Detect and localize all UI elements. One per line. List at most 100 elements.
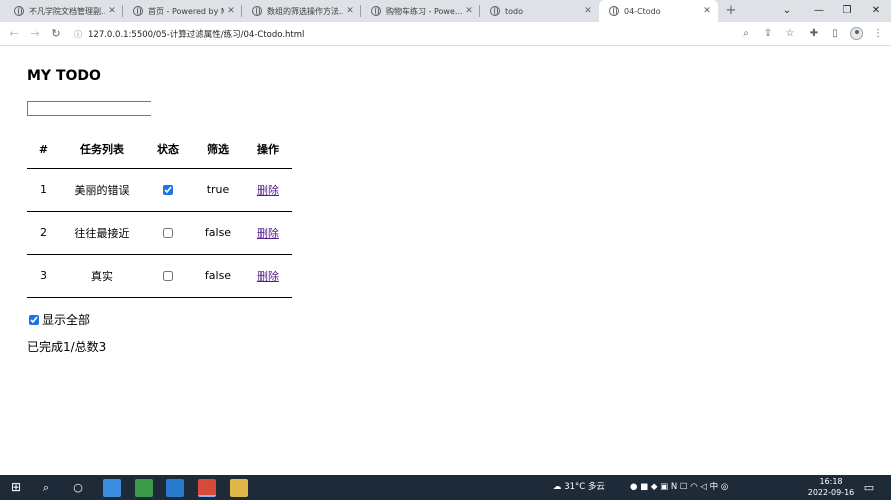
app-green-icon[interactable] bbox=[135, 479, 153, 497]
tray-app-icon[interactable]: ● bbox=[630, 482, 637, 492]
globe-icon bbox=[14, 6, 24, 16]
reload-icon[interactable]: ↻ bbox=[48, 26, 64, 42]
clock-time: 16:18 bbox=[819, 477, 843, 486]
url-text: 127.0.0.1:5500/05-计算过滤属性/练习/04-Ctodo.htm… bbox=[88, 30, 305, 40]
windows-start-icon[interactable]: ⊞ bbox=[8, 475, 24, 500]
new-tab-button[interactable]: + bbox=[722, 0, 740, 22]
minimize-icon[interactable]: — bbox=[805, 0, 833, 22]
antivirus-icon[interactable]: ◎ bbox=[721, 482, 728, 492]
globe-icon bbox=[490, 6, 500, 16]
status-checkbox[interactable] bbox=[163, 271, 173, 281]
todo-table: # 任务列表 状态 筛选 操作 1 美丽的错误 true 删除 2 往往最接近 bbox=[27, 131, 292, 298]
notification-icon[interactable]: ▭ bbox=[862, 475, 876, 500]
globe-icon bbox=[371, 6, 381, 16]
tab-search-icon[interactable]: ⌄ bbox=[773, 0, 801, 22]
tab-doc-management[interactable]: 不凡学院文档管理副… ✕ bbox=[4, 0, 123, 22]
bookmark-star-icon[interactable]: ☆ bbox=[782, 26, 798, 42]
row-index: 3 bbox=[27, 254, 60, 298]
delete-link[interactable]: 删除 bbox=[257, 270, 279, 283]
tray-app-icon[interactable]: ◆ bbox=[651, 482, 658, 492]
search-icon[interactable]: ⌕ bbox=[38, 475, 54, 500]
row-status-cell bbox=[144, 254, 192, 298]
row-filter-value: false bbox=[192, 211, 244, 255]
tab-title: 首页 - Powered by M… bbox=[148, 6, 224, 16]
close-icon[interactable]: ✕ bbox=[700, 6, 714, 16]
delete-link[interactable]: 删除 bbox=[257, 184, 279, 197]
row-status-cell bbox=[144, 168, 192, 212]
share-icon[interactable]: ⇪ bbox=[760, 26, 776, 42]
restore-icon[interactable]: ❐ bbox=[833, 0, 861, 22]
status-checkbox[interactable] bbox=[163, 185, 173, 195]
profile-avatar[interactable] bbox=[850, 27, 863, 40]
side-panel-icon[interactable]: ▯ bbox=[827, 26, 843, 42]
show-all-label: 显示全部 bbox=[42, 313, 91, 327]
tab-todo[interactable]: todo ✕ bbox=[480, 0, 599, 22]
tab-ctodo-active[interactable]: 04-Ctodo ✕ bbox=[599, 0, 718, 22]
header-index: # bbox=[27, 131, 60, 169]
weather-widget[interactable]: ☁ 31°C 多云 bbox=[553, 475, 605, 500]
globe-icon bbox=[609, 6, 619, 16]
ime-indicator[interactable]: 中 bbox=[710, 482, 719, 492]
close-window-icon[interactable]: ✕ bbox=[862, 0, 890, 22]
chrome-icon[interactable] bbox=[198, 479, 216, 497]
extensions-puzzle-icon[interactable]: ✚ bbox=[806, 26, 822, 42]
task-view-icon[interactable]: ○ bbox=[70, 475, 86, 500]
row-index: 1 bbox=[27, 168, 60, 212]
delete-link[interactable]: 删除 bbox=[257, 227, 279, 240]
close-icon[interactable]: ✕ bbox=[462, 6, 476, 16]
new-todo-input[interactable] bbox=[27, 101, 151, 116]
tray-icons: ● ■ ◆ ▣ N ☐ ◠ ◁ 中 ◎ bbox=[630, 475, 728, 500]
system-clock[interactable]: 16:18 2022-09-16 bbox=[806, 476, 856, 498]
tab-title: 数组的筛选操作方法… bbox=[267, 6, 343, 16]
close-icon[interactable]: ✕ bbox=[105, 6, 119, 16]
row-task-name: 美丽的错误 bbox=[60, 168, 144, 212]
address-bar[interactable]: ⓘ 127.0.0.1:5500/05-计算过滤属性/练习/04-Ctodo.h… bbox=[74, 25, 804, 43]
row-task-name: 真实 bbox=[60, 254, 144, 298]
close-icon[interactable]: ✕ bbox=[581, 6, 595, 16]
row-task-name: 往往最接近 bbox=[60, 211, 144, 255]
back-arrow-icon[interactable]: ← bbox=[6, 26, 22, 42]
page-content: MY TODO # 任务列表 状态 筛选 操作 1 美丽的错误 true 删除 bbox=[0, 47, 891, 475]
table-row: 2 往往最接近 false 删除 bbox=[27, 211, 292, 255]
table-header-row: # 任务列表 状态 筛选 操作 bbox=[27, 131, 292, 169]
browser-window: 不凡学院文档管理副… ✕ 首页 - Powered by M… ✕ 数组的筛选操… bbox=[0, 0, 891, 500]
zoom-icon[interactable]: ⌕ bbox=[738, 26, 754, 42]
file-explorer-icon[interactable] bbox=[230, 479, 248, 497]
show-all-toggle[interactable]: 显示全部 bbox=[29, 311, 90, 328]
cloud-icon: ☁ bbox=[553, 482, 562, 492]
completion-summary: 已完成1/总数3 bbox=[27, 340, 107, 354]
table-row: 1 美丽的错误 true 删除 bbox=[27, 168, 292, 212]
row-filter-value: true bbox=[192, 168, 244, 212]
show-all-checkbox[interactable] bbox=[29, 314, 39, 325]
edge-browser-icon[interactable] bbox=[103, 479, 121, 497]
header-task-list: 任务列表 bbox=[60, 131, 144, 169]
close-icon[interactable]: ✕ bbox=[343, 6, 357, 16]
tab-homepage[interactable]: 首页 - Powered by M… ✕ bbox=[123, 0, 242, 22]
wifi-icon[interactable]: ◠ bbox=[690, 482, 697, 492]
page-title: MY TODO bbox=[27, 68, 101, 84]
row-index: 2 bbox=[27, 211, 60, 255]
status-checkbox[interactable] bbox=[163, 228, 173, 238]
tray-app-icon[interactable]: ▣ bbox=[660, 482, 668, 492]
tray-app-icon[interactable]: ☐ bbox=[680, 482, 688, 492]
tab-title: 04-Ctodo bbox=[624, 6, 661, 16]
table-row: 3 真实 false 删除 bbox=[27, 254, 292, 298]
clock-date: 2022-09-16 bbox=[807, 488, 855, 497]
onenote-icon[interactable]: N bbox=[671, 482, 677, 492]
tab-title: todo bbox=[505, 6, 524, 16]
info-icon[interactable]: ⓘ bbox=[74, 29, 82, 40]
row-action-cell: 删除 bbox=[244, 211, 292, 255]
row-status-cell bbox=[144, 211, 192, 255]
tab-shopping-cart[interactable]: 购物车练习 - Powe… ✕ bbox=[361, 0, 480, 22]
header-status: 状态 bbox=[144, 131, 192, 169]
tray-app-icon[interactable]: ■ bbox=[640, 482, 648, 492]
globe-icon bbox=[133, 6, 143, 16]
forward-arrow-icon[interactable]: → bbox=[27, 26, 43, 42]
tab-array-filter[interactable]: 数组的筛选操作方法… ✕ bbox=[242, 0, 361, 22]
vscode-icon[interactable] bbox=[166, 479, 184, 497]
row-action-cell: 删除 bbox=[244, 254, 292, 298]
volume-icon[interactable]: ◁ bbox=[700, 482, 707, 492]
menu-kebab-icon[interactable]: ⋮ bbox=[870, 26, 886, 42]
header-action: 操作 bbox=[244, 131, 292, 169]
close-icon[interactable]: ✕ bbox=[224, 6, 238, 16]
